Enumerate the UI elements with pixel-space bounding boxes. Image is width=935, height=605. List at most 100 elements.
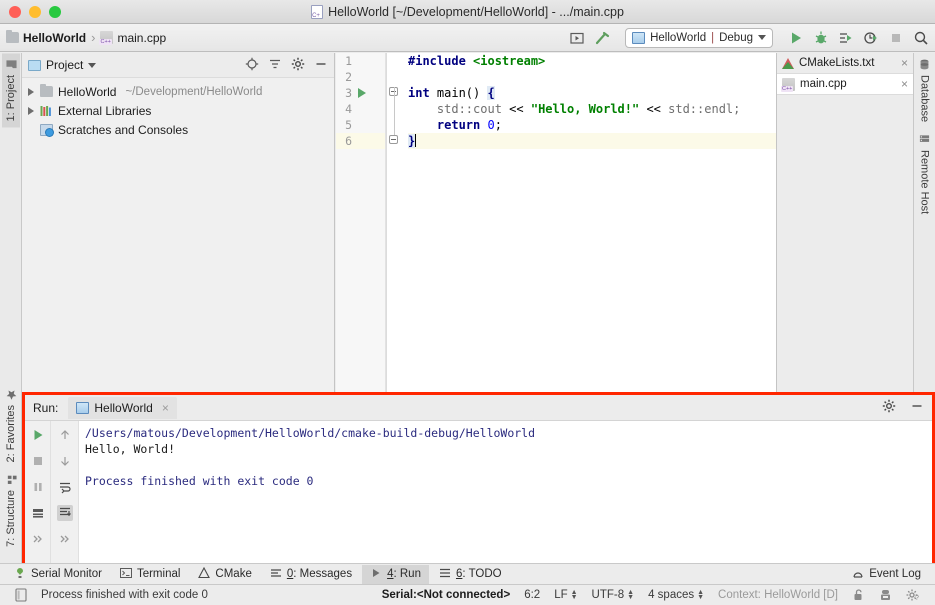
lock-icon[interactable] [845, 588, 872, 602]
debug-icon[interactable] [813, 30, 829, 46]
todo-icon [439, 567, 451, 582]
print-icon[interactable] [30, 505, 46, 521]
svg-text:?: ? [915, 595, 919, 602]
tool-window-todo[interactable]: 6: TODO [431, 565, 510, 584]
sidebar-item-remote-host[interactable]: Remote Host [916, 128, 934, 220]
tool-window-mnemonic: 6 [455, 568, 463, 580]
run-tool-window: Run: HelloWorld × /Users/matous/Developm… [22, 392, 935, 563]
soft-wrap-icon[interactable] [57, 479, 73, 495]
left-tool-window-bar: 1: Project 2: Favorites 7: Structure [0, 53, 22, 563]
tree-node-helloworld[interactable]: HelloWorld ~/Development/HelloWorld [22, 82, 334, 101]
git-branch-icon[interactable] [872, 588, 899, 602]
tab-cmakelists[interactable]: CMakeLists.txt × [777, 53, 913, 74]
tree-node-scratches[interactable]: Scratches and Consoles [22, 120, 334, 139]
fold-region-end-icon[interactable] [389, 135, 398, 144]
sidebar-item-structure[interactable]: 7: Structure [2, 468, 20, 553]
caret-position[interactable]: 6:2 [517, 589, 547, 601]
run-config-name: HelloWorld [650, 31, 707, 44]
hide-icon[interactable] [910, 399, 924, 416]
run-session-tab[interactable]: HelloWorld × [68, 396, 177, 419]
breadcrumb-file[interactable]: main.cpp [99, 30, 167, 45]
indent-value: 4 spaces [648, 589, 695, 601]
project-folder-icon [5, 59, 17, 70]
tree-node-label: Scratches and Consoles [58, 122, 189, 137]
tab-label: CMakeLists.txt [799, 57, 875, 69]
project-panel-header: Project [22, 53, 334, 78]
line-number: 4 [345, 102, 352, 116]
run-configuration-selector[interactable]: HelloWorld | Debug [625, 27, 773, 48]
cmake-icon [198, 566, 211, 582]
close-icon[interactable]: × [901, 77, 908, 91]
sidebar-item-favorites[interactable]: 2: Favorites [2, 383, 20, 468]
terminal-icon [119, 567, 132, 582]
sidebar-item-favorites-label: 2: Favorites [4, 404, 17, 463]
sidebar-item-database[interactable]: Database [916, 53, 934, 128]
tool-window-run[interactable]: 4: Run [362, 564, 429, 584]
tool-window-mnemonic: 4 [387, 568, 394, 580]
context-indicator[interactable]: Context: HelloWorld [D] [711, 589, 845, 601]
status-bar: Process finished with exit code 0 Serial… [0, 584, 935, 605]
run-with-coverage-icon[interactable] [838, 30, 854, 46]
close-icon[interactable]: × [162, 401, 169, 415]
scroll-to-end-icon[interactable] [56, 505, 73, 521]
tool-window-messages[interactable]: 0: Messages [262, 565, 360, 584]
tool-window-cmake[interactable]: CMake [190, 565, 259, 584]
run-icon[interactable] [788, 30, 804, 46]
build-hammer-icon[interactable] [594, 30, 610, 46]
expand-more-icon[interactable] [30, 531, 46, 547]
chevron-updown-icon: ▲ ▼ [697, 589, 705, 601]
tab-main-cpp[interactable]: main.cpp × [777, 74, 913, 95]
expand-more-icon[interactable] [57, 531, 73, 547]
up-icon[interactable] [57, 427, 73, 443]
chevron-right-icon[interactable] [28, 106, 34, 115]
indent-selector[interactable]: 4 spaces ▲ ▼ [641, 589, 711, 601]
text-caret [415, 134, 417, 147]
rerun-icon[interactable] [30, 427, 46, 443]
sidebar-item-project[interactable]: 1: Project [1, 53, 20, 128]
tool-window-event-log[interactable]: Event Log [844, 565, 929, 584]
tool-window-text: Messages [299, 568, 353, 580]
run-console-output[interactable]: /Users/matous/Development/HelloWorld/cma… [79, 421, 932, 563]
profile-icon[interactable] [863, 30, 879, 46]
scratches-icon [40, 123, 54, 137]
locate-icon[interactable] [245, 57, 259, 74]
tool-window-text: TODO [468, 568, 502, 580]
settings-gear-icon[interactable] [291, 57, 305, 74]
tool-window-terminal[interactable]: Terminal [112, 565, 188, 584]
chevron-down-icon[interactable] [88, 62, 97, 68]
tool-window-label: CMake [215, 568, 252, 580]
sidebar-item-structure-label: 7: Structure [4, 490, 17, 547]
breadcrumb-project[interactable]: HelloWorld [6, 30, 86, 45]
chevron-down-icon[interactable] [758, 35, 766, 40]
close-icon[interactable]: × [901, 56, 908, 70]
tool-window-serial-monitor[interactable]: Serial Monitor [6, 565, 110, 584]
star-icon [5, 389, 16, 400]
chevron-right-icon[interactable] [28, 87, 34, 96]
settings-help-icon[interactable]: ? [899, 588, 927, 602]
line-separator-selector[interactable]: LF ▲ ▼ [547, 589, 584, 601]
tree-node-external-libraries[interactable]: External Libraries [22, 101, 334, 120]
settings-gear-icon[interactable] [882, 399, 896, 416]
project-window-icon [28, 59, 41, 71]
run-gutter-icon[interactable] [358, 88, 366, 98]
gutter-line: 1 [336, 53, 385, 69]
breadcrumb-file-label: main.cpp [117, 30, 167, 45]
chevron-updown-icon: ▲ ▼ [627, 589, 635, 601]
run-widget-icon[interactable] [569, 30, 585, 46]
serial-connection-status[interactable]: Serial:<Not connected> [375, 589, 517, 601]
navigation-bar: HelloWorld › main.cpp HelloWorld | Debug [0, 24, 935, 52]
structure-icon [5, 474, 17, 485]
fold-region-line [393, 87, 395, 135]
encoding-selector[interactable]: UTF-8 ▲ ▼ [585, 589, 642, 601]
search-icon[interactable] [913, 30, 929, 46]
run-panel-left-toolbar [25, 421, 51, 563]
sidebar-item-remote-host-label: Remote Host [918, 150, 931, 215]
toggle-toolbar-icon[interactable] [8, 588, 34, 602]
stop-icon [888, 30, 904, 46]
down-icon[interactable] [57, 453, 73, 469]
line-number: 3 [345, 86, 352, 100]
run-config-mode: Debug [719, 31, 753, 44]
collapse-all-icon[interactable] [268, 57, 282, 74]
hide-icon[interactable] [314, 57, 328, 74]
folder-icon [40, 84, 53, 97]
